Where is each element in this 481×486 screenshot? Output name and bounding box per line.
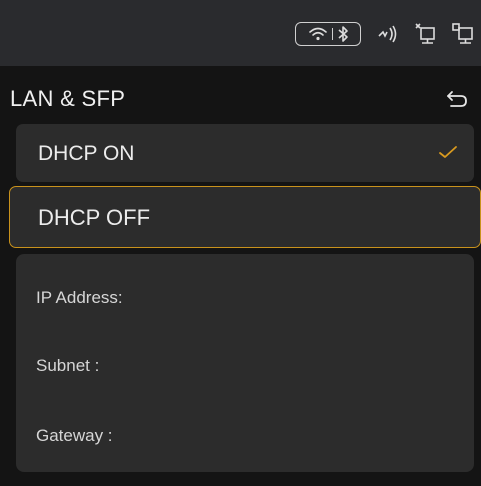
check-icon (438, 144, 458, 160)
dhcp-off-label: DHCP OFF (38, 205, 151, 230)
connectivity-group[interactable] (295, 22, 361, 46)
network-fields-panel: IP Address: Subnet : Gateway : (16, 254, 474, 472)
back-arrow-icon (445, 88, 469, 110)
page-title: LAN & SFP (10, 86, 126, 111)
wifi-icon (308, 27, 328, 41)
gateway-field[interactable]: Gateway : (36, 426, 113, 446)
page-header: LAN & SFP (0, 66, 481, 124)
ip-address-field[interactable]: IP Address: (36, 288, 123, 308)
dhcp-on-label: DHCP ON (38, 142, 135, 165)
bluetooth-icon (337, 25, 349, 43)
status-icons (295, 19, 475, 49)
dhcp-off-option[interactable]: DHCP OFF (9, 186, 481, 248)
lan-connected-icon (451, 22, 475, 46)
subnet-field[interactable]: Subnet : (36, 356, 99, 376)
dhcp-on-option[interactable]: DHCP ON (16, 124, 474, 182)
divider (331, 28, 333, 40)
nfc-icon (377, 25, 399, 43)
status-bar (0, 0, 481, 66)
lan-disconnected-icon (413, 22, 437, 46)
back-button[interactable] (445, 88, 469, 110)
